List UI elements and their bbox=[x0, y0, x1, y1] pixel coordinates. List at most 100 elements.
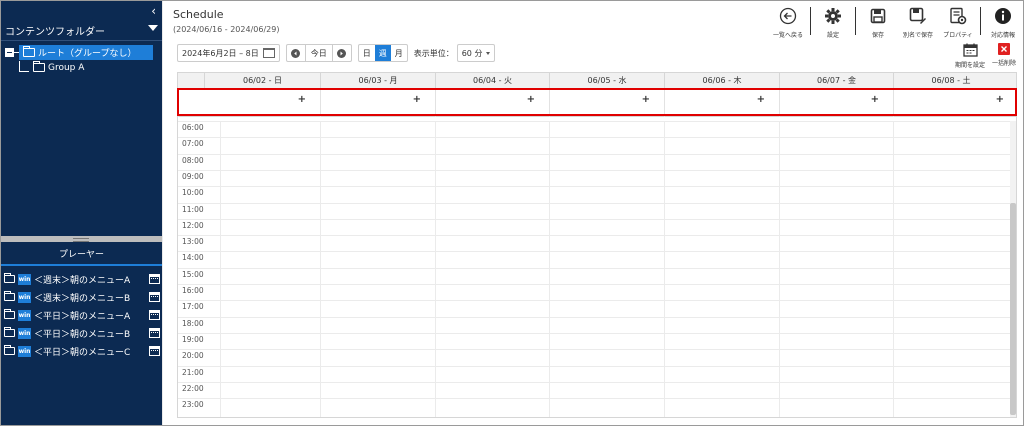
time-row[interactable]: 16:00 bbox=[178, 284, 1016, 300]
allday-cell: + bbox=[893, 89, 1016, 117]
add-event-button[interactable]: + bbox=[413, 94, 421, 105]
time-label: 09:00 bbox=[182, 171, 204, 181]
gear-icon bbox=[823, 6, 843, 26]
add-event-button[interactable]: + bbox=[642, 94, 650, 105]
scrollbar-thumb[interactable] bbox=[1010, 203, 1016, 415]
player-item[interactable]: win ＜平日＞朝のメニューA bbox=[4, 306, 160, 324]
time-row[interactable]: 23:00 bbox=[178, 398, 1016, 414]
collapse-sidebar-icon[interactable]: ‹ bbox=[151, 4, 156, 18]
time-row[interactable]: 17:00 bbox=[178, 300, 1016, 316]
player-name: ＜週末＞朝のメニューA bbox=[34, 275, 131, 286]
chevron-down-icon bbox=[486, 51, 491, 55]
calendar-header: 06/02 - 日 06/03 - 月 06/04 - 火 06/05 - 水 … bbox=[178, 73, 1016, 89]
day-header: 06/02 - 日 bbox=[204, 73, 320, 89]
time-row[interactable]: 11:00 bbox=[178, 202, 1016, 219]
time-row[interactable]: 14:00 bbox=[178, 251, 1016, 267]
content-folder-header[interactable]: コンテンツフォルダー bbox=[1, 21, 162, 41]
main-panel: Schedule (2024/06/16 - 2024/06/29) 一覧へ戻る… bbox=[163, 1, 1023, 425]
date-range-picker[interactable]: 2024年6月2日 – 8日 bbox=[177, 44, 280, 62]
time-label: 21:00 bbox=[182, 367, 204, 377]
next-arrow-icon bbox=[337, 48, 347, 58]
display-unit-select[interactable]: 60 分 bbox=[456, 44, 496, 62]
display-unit-label: 表示単位： bbox=[413, 48, 454, 58]
info-button[interactable]: 対応情報 bbox=[983, 5, 1023, 39]
player-name: ＜平日＞朝のメニューB bbox=[34, 329, 131, 340]
vertical-scrollbar[interactable] bbox=[1010, 121, 1016, 417]
time-row[interactable]: 07:00 bbox=[178, 137, 1016, 153]
calendar-icon bbox=[962, 43, 978, 57]
calendar-controls: 2024年6月2日 – 8日 今日 日 週 月 表示単位： 60 分 bbox=[177, 43, 496, 63]
prev-arrow-icon bbox=[291, 48, 301, 58]
tree-item-root[interactable]: ルート（グループなし） bbox=[19, 45, 153, 60]
tree-item-label: ルート（グループなし） bbox=[38, 49, 137, 59]
tree-item-label: Group A bbox=[48, 62, 85, 73]
save-button[interactable]: 保存 bbox=[858, 5, 898, 39]
time-label: 14:00 bbox=[182, 253, 204, 263]
view-day-button[interactable]: 日 bbox=[359, 45, 375, 61]
add-event-button[interactable]: + bbox=[996, 94, 1004, 105]
back-to-list-label: 一覧へ戻る bbox=[772, 32, 803, 39]
delete-all-button[interactable]: 一括削除 bbox=[987, 43, 1021, 69]
time-row[interactable]: 10:00 bbox=[178, 186, 1016, 202]
time-label: 07:00 bbox=[182, 139, 204, 149]
time-row[interactable]: 09:00 bbox=[178, 169, 1016, 186]
folder-icon bbox=[4, 309, 15, 319]
player-item[interactable]: win ＜平日＞朝のメニューC bbox=[4, 342, 160, 360]
prev-button[interactable] bbox=[287, 45, 305, 61]
back-arrow-icon bbox=[778, 6, 798, 26]
save-icon bbox=[868, 6, 888, 26]
time-label: 06:00 bbox=[182, 123, 204, 132]
time-row[interactable]: 20:00 bbox=[178, 349, 1016, 365]
player-name: ＜週末＞朝のメニューB bbox=[34, 293, 131, 304]
time-row[interactable]: 13:00 bbox=[178, 235, 1016, 251]
player-item[interactable]: win ＜週末＞朝のメニューA bbox=[4, 270, 160, 288]
tree-collapse-icon[interactable] bbox=[5, 48, 14, 57]
time-row[interactable]: 22:00 bbox=[178, 381, 1016, 398]
calendar-icon[interactable] bbox=[149, 310, 160, 320]
add-event-button[interactable]: + bbox=[527, 94, 535, 105]
caret-down-icon[interactable] bbox=[148, 25, 158, 31]
time-label: 12:00 bbox=[182, 220, 204, 230]
player-item[interactable]: win ＜週末＞朝のメニューB bbox=[4, 288, 160, 306]
allday-cell: + bbox=[549, 89, 664, 117]
windows-badge: win bbox=[18, 291, 31, 303]
add-event-button[interactable]: + bbox=[871, 94, 879, 105]
time-label: 10:00 bbox=[182, 188, 204, 198]
time-row[interactable]: 08:00 bbox=[178, 153, 1016, 170]
set-period-button[interactable]: 期間を設定 bbox=[953, 43, 987, 69]
view-month-button[interactable]: 月 bbox=[391, 45, 407, 61]
windows-badge: win bbox=[18, 345, 31, 357]
calendar-icon[interactable] bbox=[149, 328, 160, 338]
time-row[interactable]: 06:00 bbox=[178, 121, 1016, 137]
time-row[interactable]: 15:00 bbox=[178, 267, 1016, 284]
folder-icon bbox=[33, 61, 45, 72]
properties-button[interactable]: プロパティ bbox=[938, 5, 978, 39]
sidebar: ‹ コンテンツフォルダー ルート（グループなし） Group A bbox=[1, 1, 162, 425]
allday-cell: + bbox=[664, 89, 779, 117]
tree-item-group-a[interactable]: Group A bbox=[27, 60, 157, 75]
calendar-icon[interactable] bbox=[149, 292, 160, 302]
day-header: 06/05 - 水 bbox=[549, 73, 664, 89]
folder-icon bbox=[23, 46, 35, 57]
date-navigation: 今日 bbox=[285, 44, 352, 62]
calendar-icon[interactable] bbox=[149, 346, 160, 356]
time-row[interactable]: 18:00 bbox=[178, 316, 1016, 333]
time-row[interactable]: 21:00 bbox=[178, 365, 1016, 382]
today-button[interactable]: 今日 bbox=[304, 45, 333, 61]
time-row[interactable]: 12:00 bbox=[178, 218, 1016, 235]
next-button[interactable] bbox=[333, 45, 351, 61]
back-to-list-button[interactable]: 一覧へ戻る bbox=[768, 5, 808, 39]
settings-button[interactable]: 設定 bbox=[813, 5, 853, 39]
player-header-label: プレーヤー bbox=[58, 249, 104, 260]
folder-icon bbox=[4, 327, 15, 337]
save-as-button[interactable]: 別名で保存 bbox=[898, 5, 938, 39]
info-label: 対応情報 bbox=[990, 32, 1015, 39]
calendar-icon[interactable] bbox=[149, 274, 160, 284]
toolbar-divider bbox=[855, 7, 856, 35]
time-row[interactable]: 19:00 bbox=[178, 332, 1016, 349]
view-week-button[interactable]: 週 bbox=[374, 45, 391, 61]
player-list: win ＜週末＞朝のメニューA win ＜週末＞朝のメニューB win ＜平日＞… bbox=[4, 270, 160, 360]
player-item[interactable]: win ＜平日＞朝のメニューB bbox=[4, 324, 160, 342]
add-event-button[interactable]: + bbox=[757, 94, 765, 105]
add-event-button[interactable]: + bbox=[298, 94, 306, 105]
